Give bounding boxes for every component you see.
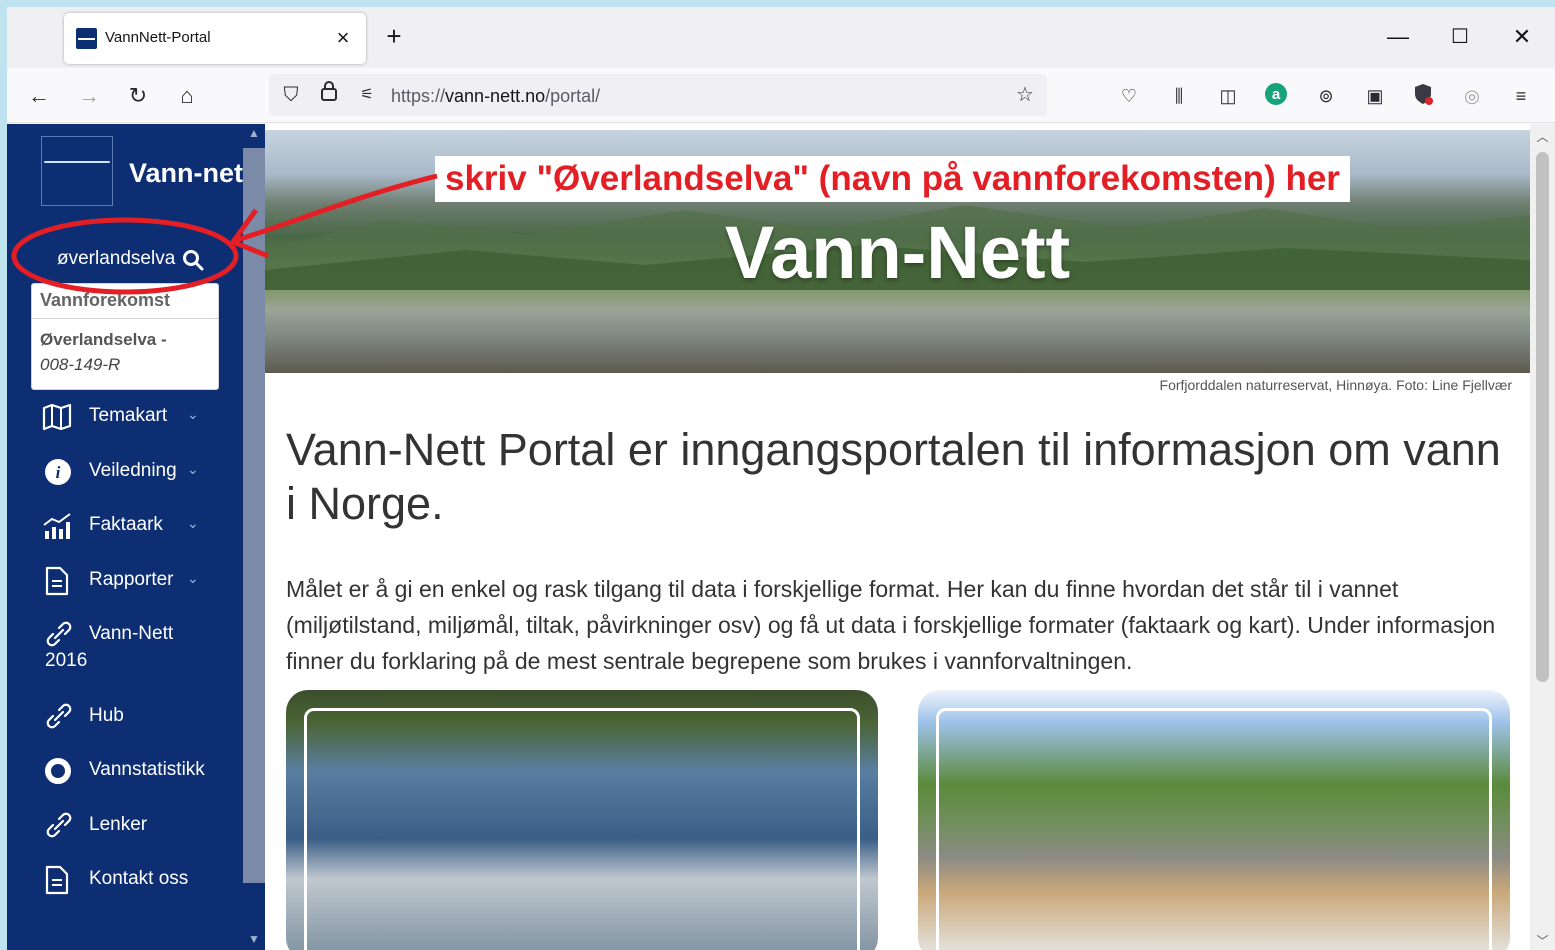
logo[interactable]: [41, 136, 113, 206]
chevron-down-icon: ⌄: [187, 461, 199, 477]
tab-strip: VannNett-Portal × + — ☐ ✕: [7, 7, 1555, 68]
account-icon[interactable]: ◎: [1458, 82, 1486, 110]
url-text[interactable]: https://vann-nett.no/portal/: [391, 86, 600, 107]
sidebar-item-hub[interactable]: Hub: [41, 702, 241, 734]
intro-paragraph: Målet er å gi en enkel og rask tilgang t…: [286, 576, 1496, 674]
scroll-up-icon[interactable]: ︿: [1530, 128, 1555, 145]
suggestion-group-header: Vannforekomst: [32, 284, 218, 319]
url-bar[interactable]: ⛉ ⚟ https://vann-nett.no/portal/ ☆: [269, 74, 1047, 116]
sidebar-item-label: Hub: [89, 705, 124, 726]
shield-icon[interactable]: ⛉: [277, 81, 305, 109]
suggestion-id: 008-149-R: [40, 355, 121, 374]
reload-icon[interactable]: ↻: [124, 82, 152, 110]
search-input[interactable]: [57, 248, 182, 270]
sidebar-item-label: Faktaark: [89, 514, 163, 535]
photo-card-boat[interactable]: [286, 690, 878, 950]
browser-window: VannNett-Portal × + — ☐ ✕ ← → ↻ ⌂ ⛉ ⚟ ht…: [7, 7, 1555, 950]
sidebar-item-lenker[interactable]: Lenker: [41, 811, 241, 843]
link-icon: [46, 703, 72, 729]
extension-box-icon[interactable]: ▣: [1361, 82, 1389, 110]
sidebar-item-label: Lenker: [89, 814, 148, 835]
scroll-down-icon[interactable]: ﹀: [1530, 932, 1555, 949]
suggestion-name: Øverlandselva -: [40, 330, 167, 349]
link-icon: [46, 621, 72, 647]
suggestion-item[interactable]: Øverlandselva - 008-149-R: [32, 319, 218, 385]
scroll-down-icon[interactable]: ▼: [243, 932, 265, 946]
sidebar-item-label: Rapporter: [89, 569, 174, 590]
page-scrollbar[interactable]: ︿ ﹀: [1530, 124, 1555, 950]
page-title: Vann-Nett Portal er inngangsportalen til…: [286, 424, 1501, 529]
sidebar-toggle-icon[interactable]: ◫: [1214, 82, 1242, 110]
search-suggestions: Vannforekomst Øverlandselva - 008-149-R: [31, 283, 219, 390]
sidebar-item-label: Kontakt oss: [89, 868, 189, 889]
navigation-bar: ← → ↻ ⌂ ⛉ ⚟ https://vann-nett.no/portal/…: [7, 68, 1555, 123]
logo-text[interactable]: Vann-net: [129, 158, 243, 189]
extension-shield-icon[interactable]: [1409, 82, 1437, 110]
svg-text:a: a: [1272, 86, 1281, 103]
sidebar: Vann-net Vannforekomst Øverlandselva - 0…: [7, 124, 243, 950]
photo-frame: [304, 708, 860, 950]
sidebar-item-label: Veiledning: [89, 460, 177, 481]
annotation-label: skriv "Øverlandselva" (navn på vannforek…: [435, 156, 1350, 202]
home-icon[interactable]: ⌂: [173, 82, 201, 110]
permissions-icon[interactable]: ⚟: [353, 81, 381, 109]
info-icon: i: [45, 459, 71, 485]
link-icon: [46, 812, 72, 838]
page-scroll-thumb[interactable]: [1536, 152, 1549, 682]
sidebar-item-label-year: 2016: [45, 650, 88, 671]
minimize-button[interactable]: —: [1376, 19, 1420, 55]
favicon-icon: [76, 28, 97, 49]
svg-text:i: i: [56, 463, 61, 482]
sidebar-item-veiledning[interactable]: i Veiledning ⌄: [41, 457, 241, 489]
photo-frame: [936, 708, 1492, 950]
pocket-icon[interactable]: ♡: [1115, 82, 1143, 110]
search-container: [57, 248, 182, 270]
sidebar-item-temakart[interactable]: Temakart ⌄: [41, 402, 241, 434]
extension-search-icon[interactable]: ⊚: [1312, 82, 1340, 110]
page-viewport: Vann-net Vannforekomst Øverlandselva - 0…: [7, 124, 1555, 950]
menu-icon[interactable]: ≡: [1507, 82, 1535, 110]
chevron-down-icon: ⌄: [187, 515, 199, 531]
photo-card-dam[interactable]: [918, 690, 1510, 950]
sidebar-item-label: Temakart: [89, 405, 168, 426]
document-icon: [45, 865, 69, 895]
circle-icon: [45, 758, 71, 784]
library-icon[interactable]: ⫼: [1165, 82, 1193, 110]
extension-a-icon[interactable]: a: [1262, 82, 1290, 110]
sidebar-scroll-thumb[interactable]: [243, 148, 265, 883]
sidebar-item-kontakt-oss[interactable]: Kontakt oss: [41, 865, 241, 897]
document-icon: [45, 566, 69, 596]
new-tab-button[interactable]: +: [380, 23, 408, 51]
lock-icon[interactable]: [315, 81, 343, 109]
chevron-down-icon: ⌄: [187, 570, 199, 586]
photo-credit: Forfjorddalen naturreservat, Hinnøya. Fo…: [1159, 377, 1512, 393]
sidebar-scrollbar[interactable]: ▲ ▼: [243, 124, 265, 950]
sidebar-item-label: Vannstatistikk: [89, 759, 205, 780]
sidebar-item-vann-nett-2016[interactable]: Vann-Nett 2016: [41, 620, 241, 676]
maximize-button[interactable]: ☐: [1438, 19, 1482, 55]
tab-close-button[interactable]: ×: [330, 25, 356, 51]
bookmark-star-icon[interactable]: ☆: [1011, 81, 1039, 109]
sidebar-item-label: Vann-Nett: [89, 623, 174, 644]
map-icon: [42, 403, 72, 431]
tab-title: VannNett-Portal: [105, 29, 211, 46]
search-icon[interactable]: [182, 249, 204, 271]
hero-title: Vann-Nett: [724, 211, 1071, 294]
close-window-button[interactable]: ✕: [1500, 19, 1544, 55]
sidebar-item-vannstatistikk[interactable]: Vannstatistikk: [41, 756, 241, 788]
browser-tab[interactable]: VannNett-Portal ×: [64, 13, 366, 64]
forward-icon[interactable]: →: [75, 82, 103, 110]
scroll-up-icon[interactable]: ▲: [243, 126, 265, 140]
sidebar-item-faktaark[interactable]: Faktaark ⌄: [41, 511, 241, 543]
sidebar-item-rapporter[interactable]: Rapporter ⌄: [41, 566, 241, 598]
chart-icon: [43, 513, 71, 539]
chevron-down-icon: ⌄: [187, 406, 199, 422]
back-icon[interactable]: ←: [25, 82, 53, 110]
